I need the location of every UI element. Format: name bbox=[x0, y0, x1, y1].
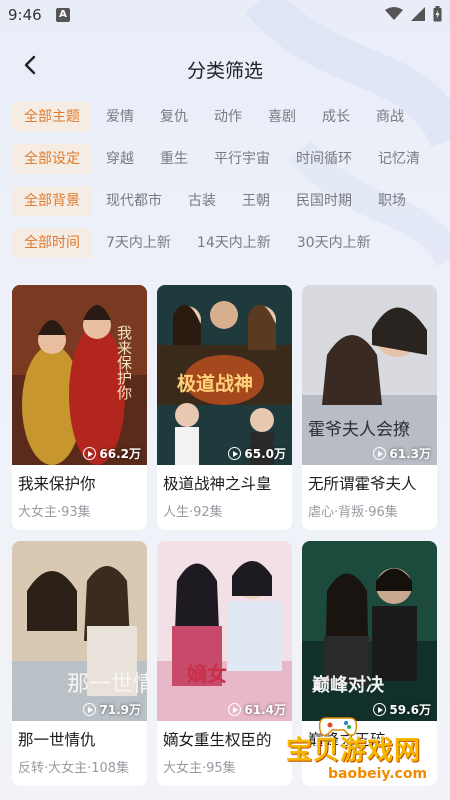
filter-row-theme: 全部主题 爱情 复仇 动作 喜剧 成长 商战 bbox=[12, 100, 418, 134]
chip-romance[interactable]: 爱情 bbox=[94, 102, 146, 132]
play-icon bbox=[228, 447, 242, 460]
card-title: 无所谓霍爷夫人 bbox=[308, 475, 417, 493]
notification-icon: A bbox=[56, 8, 70, 22]
chip-parallel-universe[interactable]: 平行宇宙 bbox=[202, 144, 282, 174]
drama-card[interactable]: 那一世情 71.9万 那一世情仇 反转·大女主·108集 bbox=[12, 541, 147, 786]
chip-workplace[interactable]: 职场 bbox=[366, 186, 418, 216]
poster-calligraphy: 我来保护你 bbox=[115, 325, 133, 400]
chip-30-days[interactable]: 30天内上新 bbox=[285, 228, 383, 258]
drama-card[interactable]: 我来保护你 66.2万 我来保护你 大女主·93集 bbox=[12, 285, 147, 530]
chip-rebirth[interactable]: 重生 bbox=[148, 144, 200, 174]
filter-row-background: 全部背景 现代都市 古装 王朝 民国时期 职场 bbox=[12, 184, 420, 218]
play-icon bbox=[228, 703, 242, 716]
chip-all-background[interactable]: 全部背景 bbox=[12, 186, 92, 216]
play-icon bbox=[83, 703, 97, 716]
filter-row-setting: 全部设定 穿越 重生 平行宇宙 时间循环 记忆清 bbox=[12, 142, 434, 176]
poster-calligraphy: 极道战神 bbox=[177, 372, 253, 395]
chip-modern-city[interactable]: 现代都市 bbox=[94, 186, 174, 216]
status-bar: 9:46 A bbox=[0, 0, 450, 32]
view-count-text: 65.0万 bbox=[244, 447, 286, 461]
poster-image: 嫡女 bbox=[157, 541, 292, 721]
chip-comedy[interactable]: 喜剧 bbox=[256, 102, 308, 132]
watermark-text: 宝贝游戏网 bbox=[286, 736, 422, 766]
view-count-text: 66.2万 bbox=[99, 447, 141, 461]
view-count-text: 71.9万 bbox=[99, 703, 141, 717]
poster-image: 巅峰对决 bbox=[302, 541, 437, 721]
chip-time-loop[interactable]: 时间循环 bbox=[284, 144, 364, 174]
signal-icon bbox=[411, 7, 425, 21]
poster-image: 极道战神 bbox=[157, 285, 292, 465]
chip-all-setting[interactable]: 全部设定 bbox=[12, 144, 92, 174]
poster-image: 霍爷夫人会撩 bbox=[302, 285, 437, 465]
card-meta: 大女主·93集 bbox=[18, 505, 91, 520]
card-title: 那一世情仇 bbox=[18, 731, 96, 749]
chip-growth[interactable]: 成长 bbox=[310, 102, 362, 132]
poster-image: 我来保护你 bbox=[12, 285, 147, 465]
watermark-logo: 宝贝游戏网 baobeiy.com bbox=[266, 710, 450, 800]
status-icons bbox=[385, 6, 442, 22]
chip-all-time[interactable]: 全部时间 bbox=[12, 228, 92, 258]
view-count: 71.9万 bbox=[83, 701, 141, 718]
filter-row-time: 全部时间 7天内上新 14天内上新 30天内上新 bbox=[12, 226, 385, 260]
chip-revenge[interactable]: 复仇 bbox=[148, 102, 200, 132]
page-title: 分类筛选 bbox=[186, 60, 263, 82]
card-meta: 虐心·背叛·96集 bbox=[308, 505, 398, 520]
drama-card[interactable]: 极道战神 65.0万 极道战神之斗皇 人生·92集 bbox=[157, 285, 292, 530]
card-meta: 大女主·95集 bbox=[163, 761, 236, 776]
wifi-icon bbox=[385, 7, 403, 20]
chip-action[interactable]: 动作 bbox=[202, 102, 254, 132]
card-meta: 人生·92集 bbox=[163, 505, 223, 520]
view-count-text: 61.3万 bbox=[389, 447, 431, 461]
chip-republic-era[interactable]: 民国时期 bbox=[284, 186, 364, 216]
poster-image: 那一世情 bbox=[12, 541, 147, 721]
view-count: 65.0万 bbox=[228, 445, 286, 462]
card-title: 极道战神之斗皇 bbox=[163, 475, 272, 493]
card-meta: 反转·大女主·108集 bbox=[18, 761, 130, 776]
chip-memory-wipe[interactable]: 记忆清 bbox=[366, 144, 432, 174]
card-title: 我来保护你 bbox=[18, 475, 96, 493]
view-count: 61.3万 bbox=[373, 445, 431, 462]
poster-calligraphy: 霍爷夫人会撩 bbox=[308, 420, 410, 440]
chip-business[interactable]: 商战 bbox=[364, 102, 416, 132]
poster-calligraphy: 巅峰对决 bbox=[312, 674, 385, 696]
view-count: 66.2万 bbox=[83, 445, 141, 462]
chip-all-theme[interactable]: 全部主题 bbox=[12, 102, 92, 132]
chip-costume[interactable]: 古装 bbox=[176, 186, 228, 216]
status-time: 9:46 bbox=[8, 6, 42, 24]
play-icon bbox=[373, 447, 387, 460]
play-icon bbox=[83, 447, 97, 460]
chip-time-travel[interactable]: 穿越 bbox=[94, 144, 146, 174]
drama-card[interactable]: 霍爷夫人会撩 61.3万 无所谓霍爷夫人 虐心·背叛·96集 bbox=[302, 285, 437, 530]
poster-calligraphy: 那一世情 bbox=[67, 672, 147, 697]
chip-dynasty[interactable]: 王朝 bbox=[230, 186, 282, 216]
watermark-url: baobeiy.com bbox=[328, 766, 428, 782]
battery-icon bbox=[433, 6, 442, 22]
chip-14-days[interactable]: 14天内上新 bbox=[185, 228, 283, 258]
chip-7-days[interactable]: 7天内上新 bbox=[94, 228, 183, 258]
poster-calligraphy: 嫡女 bbox=[187, 662, 227, 686]
